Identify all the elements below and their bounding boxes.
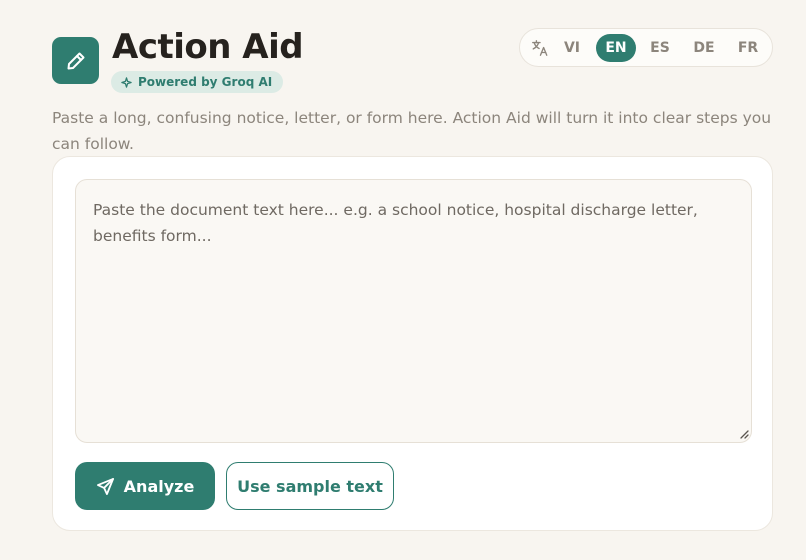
language-switcher: VI EN ES DE FR xyxy=(519,28,773,67)
document-text-input[interactable] xyxy=(75,179,752,443)
powered-by-label: Powered by Groq AI xyxy=(138,75,273,89)
translate-icon xyxy=(529,37,550,59)
resize-grip-icon[interactable] xyxy=(739,429,749,439)
pencil-icon xyxy=(67,52,84,69)
analyze-label: Analyze xyxy=(123,476,195,496)
input-card: Analyze Use sample text xyxy=(52,156,773,531)
lang-option-de[interactable]: DE xyxy=(684,34,724,62)
lang-option-fr[interactable]: FR xyxy=(728,34,768,62)
use-sample-text-button[interactable]: Use sample text xyxy=(226,462,394,510)
intro-text: Paste a long, confusing notice, letter, … xyxy=(52,109,772,153)
app-logo xyxy=(52,37,99,84)
lang-option-es[interactable]: ES xyxy=(640,34,680,62)
sparkle-icon xyxy=(121,76,132,88)
analyze-button[interactable]: Analyze xyxy=(75,462,215,510)
powered-by-badge: Powered by Groq AI xyxy=(111,71,284,93)
app-title: Action Aid xyxy=(112,27,304,67)
lang-option-en[interactable]: EN xyxy=(596,33,636,62)
send-icon xyxy=(96,477,114,495)
lang-option-vi[interactable]: VI xyxy=(552,34,592,62)
